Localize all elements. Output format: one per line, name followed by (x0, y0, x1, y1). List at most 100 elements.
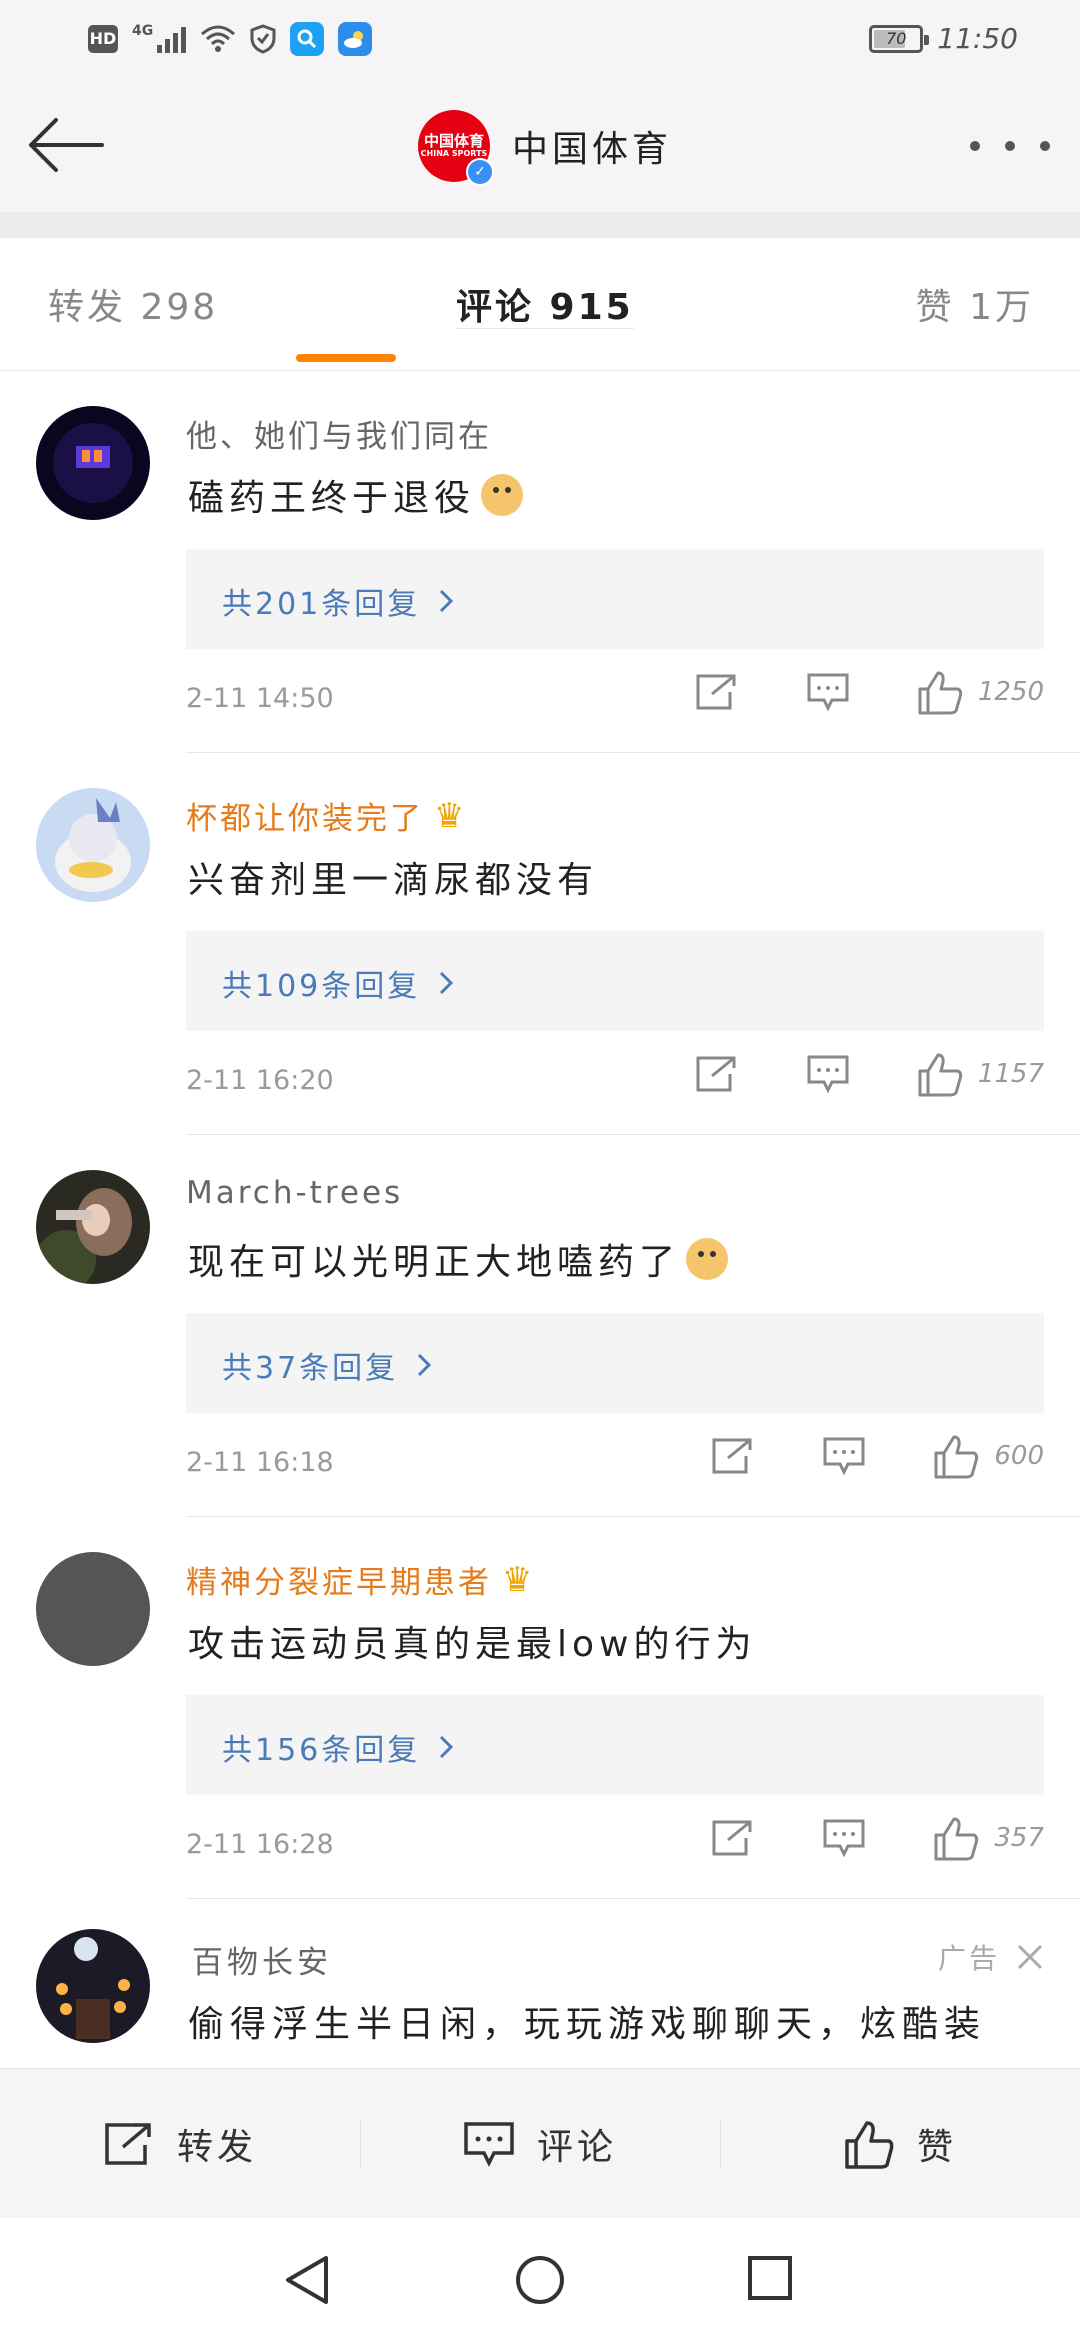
ad-text: 偷得浮生半日闲，玩玩游戏聊聊天，炫酷装 (188, 2004, 987, 2045)
more-options-button[interactable] (970, 126, 1050, 166)
avatar[interactable] (36, 1170, 150, 1284)
comment-date: 2-11 16:28 (186, 1829, 334, 1860)
share-icon (712, 1438, 752, 1474)
nav-recents-button[interactable] (746, 2254, 794, 2306)
share-button[interactable] (710, 1436, 754, 1476)
divider (0, 212, 1080, 238)
tab-bar: 转发 298 评论 915 赞 1万 (0, 238, 1080, 371)
account-avatar[interactable]: 中国体育 CHINA SPORTS ✓ (418, 110, 494, 186)
doge-emoji-icon (481, 474, 524, 516)
avatar[interactable] (36, 1552, 150, 1666)
reply-button[interactable] (822, 1818, 866, 1858)
status-bar: HD 4G 70 11:50 (0, 0, 1080, 80)
thumbs-up-icon (934, 1435, 979, 1479)
comment-text: 攻击运动员真的是最low的行为 (188, 1624, 757, 1665)
view-replies-link[interactable]: 共37条回复 (222, 1343, 432, 1387)
circle-home-icon (516, 2256, 564, 2304)
chevron-right-icon (418, 1353, 432, 1377)
avatar[interactable] (36, 1929, 150, 2043)
view-replies-link[interactable]: 共109条回复 (222, 961, 454, 1005)
comment-icon (807, 1055, 849, 1094)
hd-icon: HD (88, 25, 118, 53)
nav-back-button[interactable] (282, 2254, 332, 2310)
comment-item: 精神分裂症早期患者 ♛ 攻击运动员真的是最low的行为 共156条回复 2-11 … (36, 1517, 1080, 1899)
tab-reposts[interactable]: 转发 298 (48, 278, 218, 330)
avatar[interactable] (36, 406, 150, 520)
reply-button[interactable] (806, 672, 850, 712)
tab-likes[interactable]: 赞 1万 (916, 278, 1034, 330)
chevron-right-icon (440, 971, 454, 995)
thumbs-up-icon (845, 2121, 894, 2169)
nav-home-button[interactable] (514, 2254, 566, 2310)
view-replies-link[interactable]: 共201条回复 (222, 579, 454, 623)
crown-badge-icon: ♛ (502, 1559, 536, 1600)
like-button[interactable]: 357 (932, 1815, 1044, 1861)
comment-item: 他、她们与我们同在 磕药王终于退役 共201条回复 2-11 14:50 125… (36, 371, 1080, 753)
comment-icon (823, 1819, 865, 1858)
account-name[interactable]: 中国体育 (512, 120, 672, 172)
comment-icon (464, 2122, 514, 2167)
ad-item[interactable]: 百物长安 广告 偷得浮生半日闲，玩玩游戏聊聊天，炫酷装 (36, 1899, 1080, 2079)
replies-box[interactable]: 共109条回复 (186, 931, 1044, 1031)
close-icon[interactable] (1016, 1943, 1044, 1971)
like-count: 1250 (977, 677, 1044, 707)
comment-text: 兴奋剂里一滴尿都没有 (188, 860, 599, 901)
reply-button[interactable] (806, 1054, 850, 1094)
doge-emoji-icon (686, 1238, 729, 1280)
share-icon (105, 2123, 151, 2165)
share-button[interactable] (694, 1054, 738, 1094)
share-icon (696, 674, 736, 710)
reply-button[interactable] (822, 1436, 866, 1476)
account-info[interactable]: 中国体育 CHINA SPORTS ✓ 中国体育 (418, 110, 672, 186)
ad-username[interactable]: 百物长安 (192, 1937, 332, 1982)
search-app-icon (290, 22, 325, 56)
like-post-button[interactable]: 赞 (720, 2069, 1080, 2219)
repost-button[interactable]: 转发 (0, 2069, 360, 2219)
shield-icon (250, 24, 276, 54)
share-icon (696, 1056, 736, 1092)
like-button[interactable]: 1157 (916, 1051, 1044, 1097)
square-recents-icon (748, 2256, 792, 2300)
thumbs-up-icon (918, 671, 962, 715)
comment-text: 磕药王终于退役 (188, 469, 524, 521)
like-count: 600 (994, 1441, 1044, 1471)
like-button[interactable]: 600 (932, 1433, 1044, 1479)
comment-icon (823, 1437, 865, 1476)
network-type: 4G (132, 23, 154, 39)
comment-username[interactable]: March-trees (186, 1175, 403, 1211)
view-replies-link[interactable]: 共156条回复 (222, 1725, 454, 1769)
like-button[interactable]: 1250 (916, 669, 1044, 715)
like-count: 357 (994, 1823, 1044, 1853)
comment-item: 杯都让你装完了 ♛ 兴奋剂里一滴尿都没有 共109条回复 2-11 16:20 1… (36, 753, 1080, 1135)
like-count: 1157 (977, 1059, 1044, 1089)
comment-item: March-trees 现在可以光明正大地嗑药了 共37条回复 2-11 16:… (36, 1135, 1080, 1517)
comment-username[interactable]: 杯都让你装完了 ♛ (186, 793, 467, 838)
replies-box[interactable]: 共37条回复 (186, 1313, 1044, 1413)
avatar[interactable] (36, 788, 150, 902)
triangle-back-icon (286, 2256, 328, 2304)
back-button[interactable] (26, 112, 106, 178)
replies-box[interactable]: 共201条回复 (186, 549, 1044, 649)
wifi-icon (201, 25, 236, 52)
comment-username[interactable]: 精神分裂症早期患者 ♛ (186, 1557, 535, 1602)
comment-list: 他、她们与我们同在 磕药王终于退役 共201条回复 2-11 14:50 125… (0, 371, 1080, 2079)
ad-label: 广告 (938, 1937, 1044, 1977)
comment-icon (807, 673, 849, 712)
chevron-right-icon (440, 589, 454, 613)
tab-comments[interactable]: 评论 915 (456, 287, 634, 329)
share-button[interactable] (694, 672, 738, 712)
comment-button[interactable]: 评论 (360, 2069, 720, 2219)
share-button[interactable] (710, 1818, 754, 1858)
weather-app-icon (338, 22, 373, 56)
active-tab-indicator (296, 354, 396, 362)
replies-box[interactable]: 共156条回复 (186, 1695, 1044, 1795)
comment-date: 2-11 16:20 (186, 1065, 334, 1096)
share-icon (712, 1820, 752, 1856)
comment-text: 现在可以光明正大地嗑药了 (188, 1233, 729, 1285)
system-nav-bar (0, 2218, 1080, 2340)
header: 中国体育 CHINA SPORTS ✓ 中国体育 (0, 80, 1080, 212)
battery-icon: 70 (869, 24, 930, 53)
comment-username[interactable]: 他、她们与我们同在 (186, 411, 492, 456)
chevron-right-icon (440, 1735, 454, 1759)
signal-icon (157, 25, 187, 53)
